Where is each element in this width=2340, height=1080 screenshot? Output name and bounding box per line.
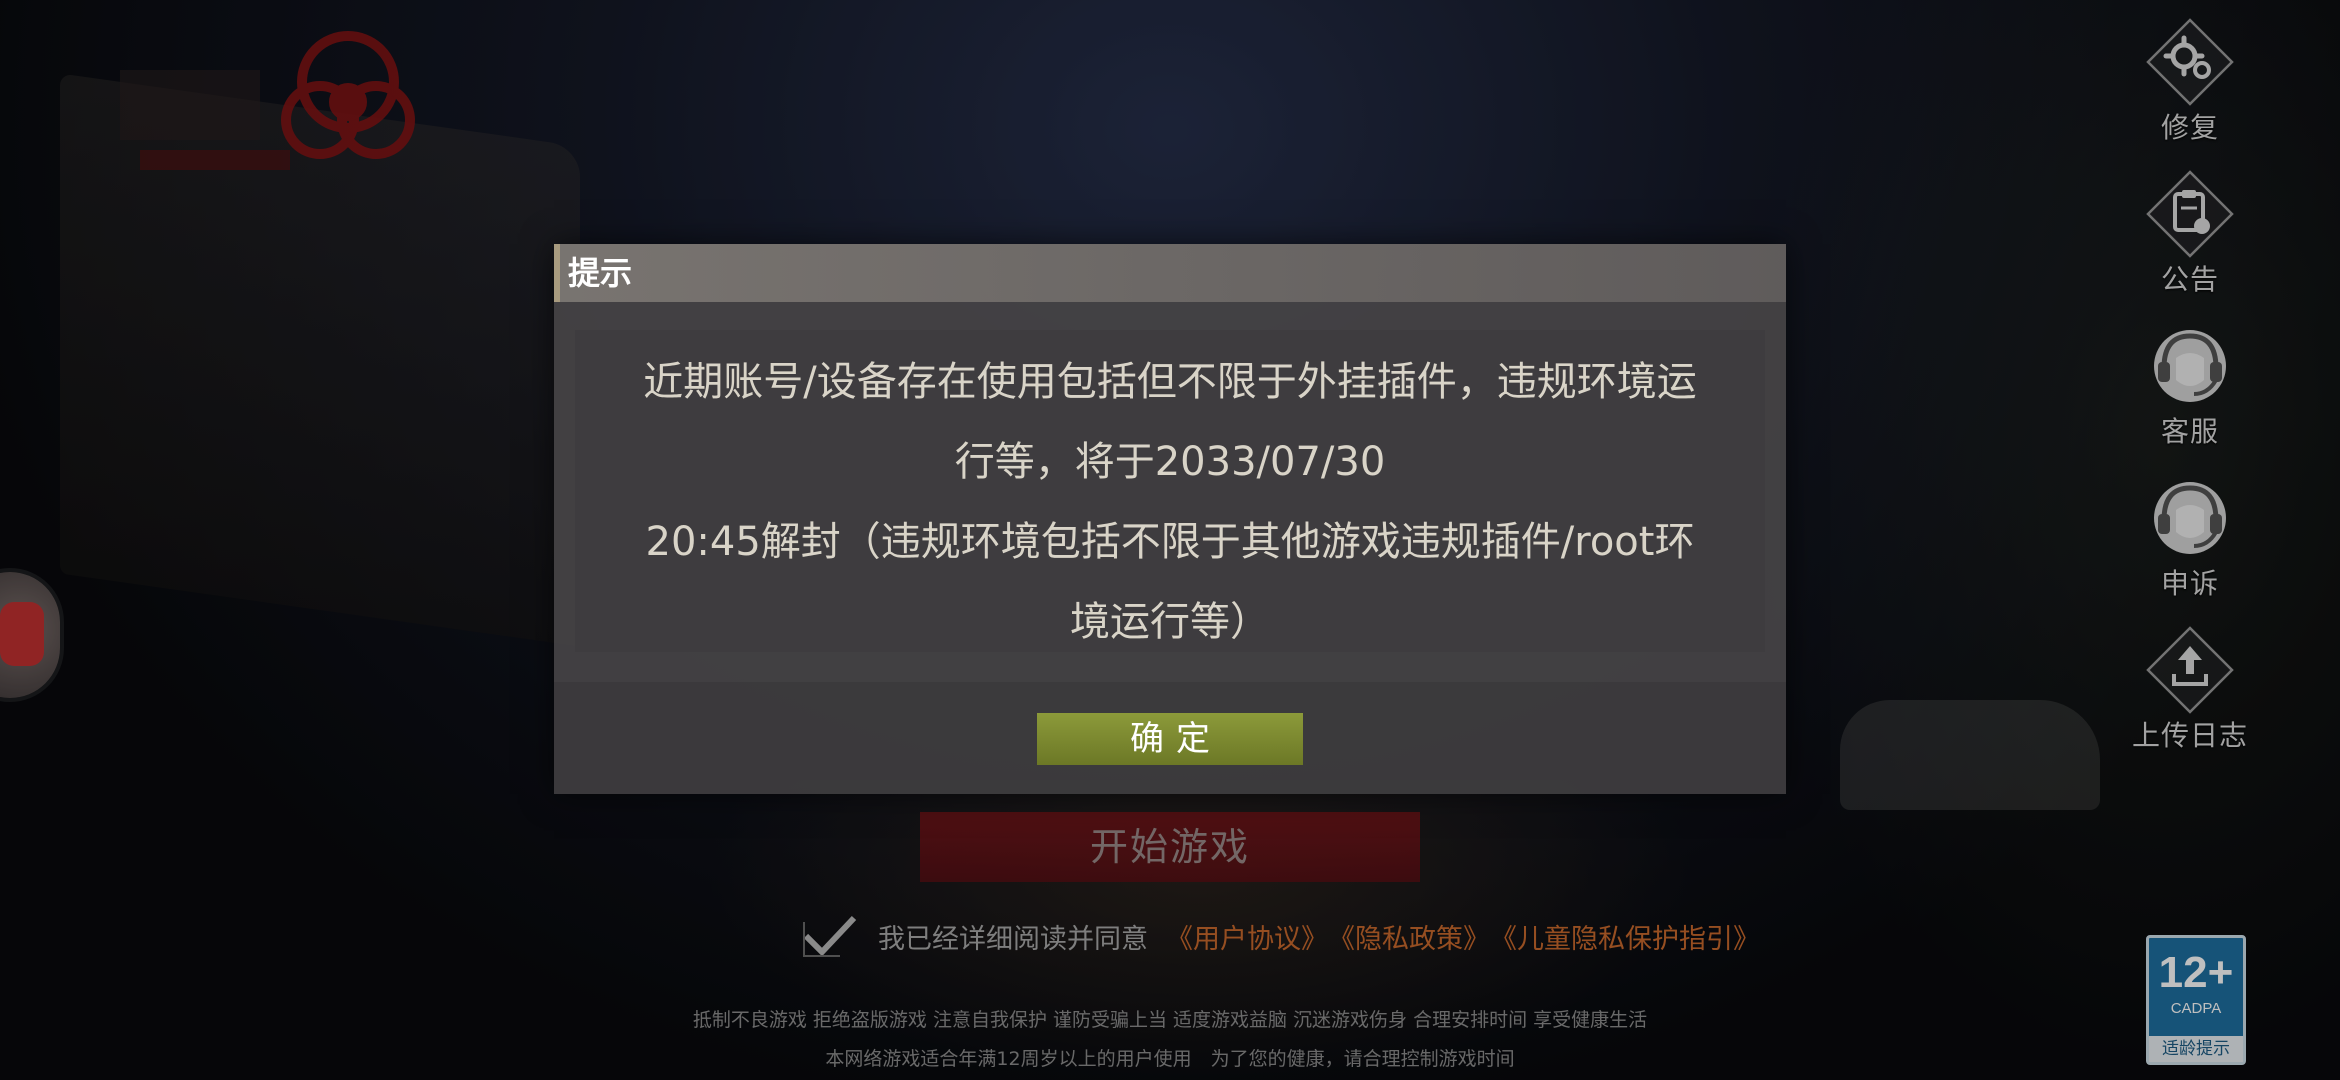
dialog-message-line: 20:45解封（违规环境包括不限于其他游戏违规插件/root环 xyxy=(645,519,1695,565)
dialog-header: 提示 xyxy=(554,244,1786,302)
game-login-screen: 修复 公告 客服 申诉 上传日志 开始游戏 我已经详细阅读并同意 《用户协议》 … xyxy=(0,0,2340,1080)
dialog-message: 近期账号/设备存在使用包括但不限于外挂插件，违规环境运 行等，将于2033/07… xyxy=(575,330,1765,662)
dialog-message-box: 近期账号/设备存在使用包括但不限于外挂插件，违规环境运 行等，将于2033/07… xyxy=(575,330,1765,652)
confirm-button[interactable]: 确定 xyxy=(1037,713,1303,765)
dialog-message-line: 近期账号/设备存在使用包括但不限于外挂插件，违规环境运 xyxy=(643,359,1697,405)
dialog-message-line: 行等，将于2033/07/30 xyxy=(954,439,1386,485)
ban-notice-dialog: 提示 近期账号/设备存在使用包括但不限于外挂插件，违规环境运 行等，将于2033… xyxy=(554,244,1786,794)
dialog-title: 提示 xyxy=(568,254,633,292)
dialog-message-line: 境运行等） xyxy=(1070,599,1270,645)
